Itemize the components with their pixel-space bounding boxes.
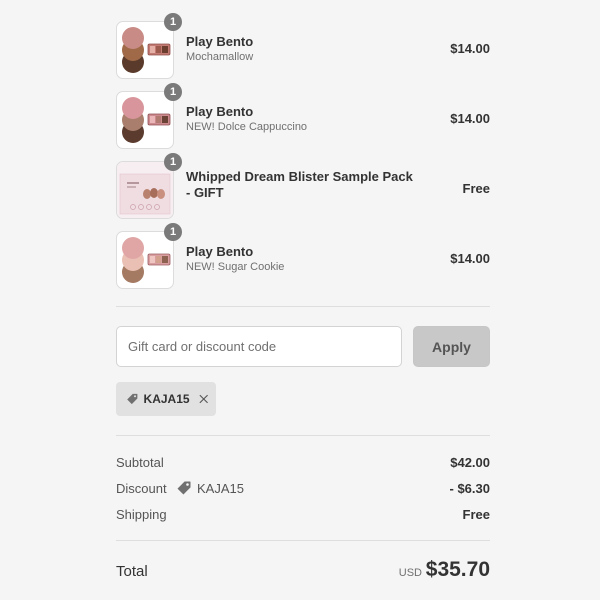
applied-discount-tag: KAJA15 — [116, 382, 216, 416]
shipping-value: Free — [462, 507, 490, 522]
subtotal-row: Subtotal $42.00 — [116, 455, 490, 473]
discount-label: Discount — [116, 481, 167, 496]
discount-row: Discount KAJA15 - $6.30 — [116, 481, 490, 499]
product-name: Play Bento — [186, 244, 254, 259]
shipping-row: Shipping Free — [116, 507, 490, 525]
product-name: Play Bento — [186, 34, 254, 49]
total-value: $35.70 — [425, 558, 490, 581]
quantity-badge: 1 — [164, 223, 182, 241]
discount-code-display: KAJA15 — [176, 480, 244, 496]
product-name: Play Bento — [186, 104, 254, 119]
apply-button[interactable]: Apply — [413, 326, 490, 367]
shipping-label: Shipping — [116, 507, 167, 522]
product-variant: Mochamallow — [186, 51, 254, 63]
discount-value: - $6.30 — [449, 481, 490, 496]
currency-code: USD — [398, 567, 422, 579]
product-variant: NEW! Sugar Cookie — [186, 261, 285, 273]
tag-icon — [127, 393, 138, 405]
product-price: $14.00 — [450, 251, 490, 266]
product-price: Free — [462, 181, 490, 196]
divider — [116, 306, 490, 307]
divider — [116, 435, 490, 436]
product-thumbnail — [116, 231, 174, 289]
discount-code: KAJA15 — [197, 480, 244, 496]
subtotal-value: $42.00 — [450, 455, 490, 470]
product-thumbnail — [116, 91, 174, 149]
discount-code-form: Apply — [116, 326, 490, 367]
applied-discount-code: KAJA15 — [143, 392, 190, 406]
remove-discount-icon[interactable] — [199, 393, 208, 405]
total-row: Total USD $35.70 — [116, 558, 490, 588]
product-image-wrapper: 1 — [116, 83, 182, 149]
product-image-wrapper: 1 — [116, 13, 182, 79]
line-item: 1 Whipped Dream Blister Sample Pack - GI… — [116, 153, 490, 219]
quantity-badge: 1 — [164, 153, 182, 171]
product-image-wrapper: 1 — [116, 223, 182, 289]
product-name: Whipped Dream Blister Sample Pack - GIFT — [186, 169, 413, 200]
product-image-wrapper: 1 — [116, 153, 182, 219]
product-variant: NEW! Dolce Cappuccino — [186, 121, 308, 133]
line-item: 1 Play Bento NEW! Sugar Cookie $14.00 — [116, 223, 490, 289]
line-item: 1 Play Bento NEW! Dolce Cappuccino $14.0… — [116, 83, 490, 149]
tag-icon — [177, 481, 191, 495]
product-thumbnail — [116, 21, 174, 79]
product-price: $14.00 — [450, 111, 490, 126]
line-item: 1 Play Bento Mochamallow $14.00 — [116, 13, 490, 79]
quantity-badge: 1 — [164, 13, 182, 31]
divider — [116, 540, 490, 541]
quantity-badge: 1 — [164, 83, 182, 101]
subtotal-label: Subtotal — [116, 455, 164, 470]
product-thumbnail — [116, 161, 174, 219]
total-label: Total — [116, 563, 148, 580]
discount-code-input[interactable] — [116, 326, 402, 367]
product-price: $14.00 — [450, 41, 490, 56]
